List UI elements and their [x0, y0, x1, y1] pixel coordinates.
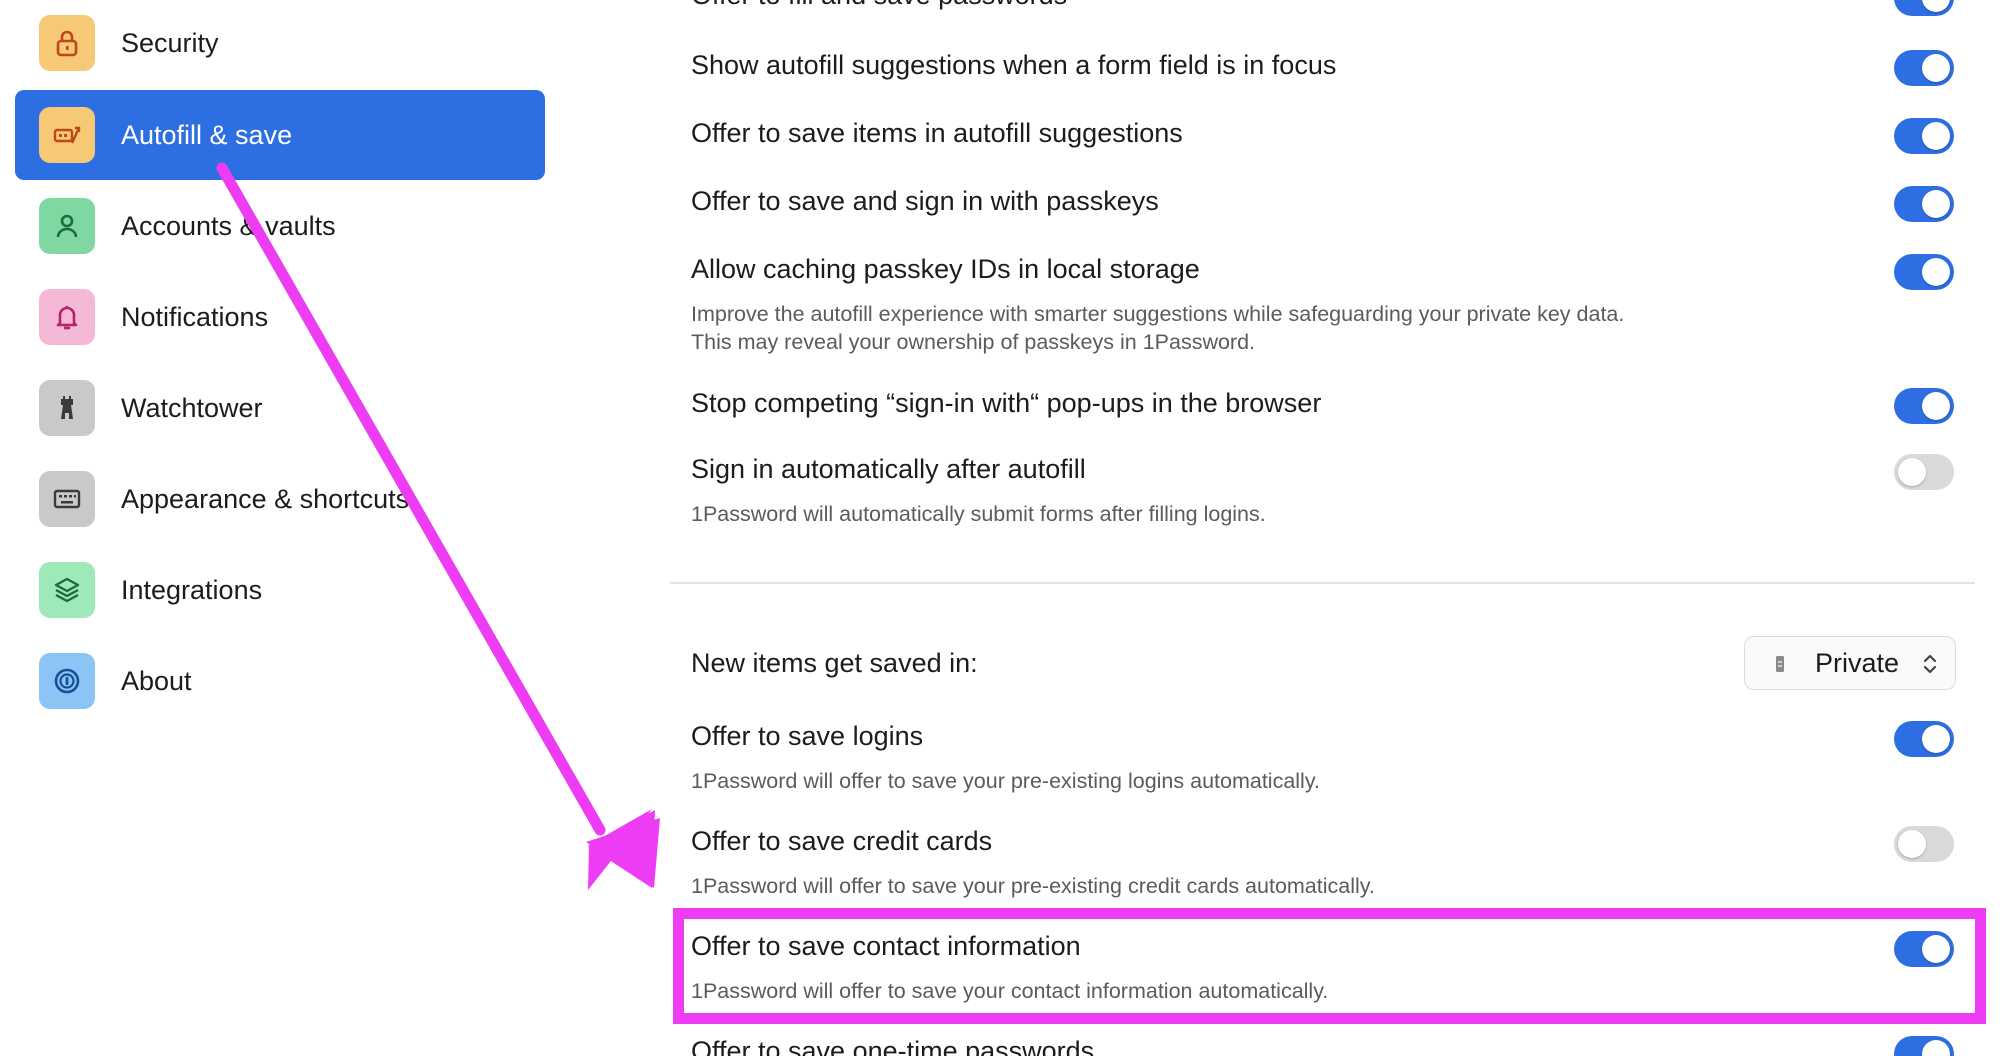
sidebar-item-label: Security — [121, 27, 219, 58]
setting-title: Offer to save one-time passwords — [691, 1036, 1095, 1056]
sidebar-item-label: Appearance & shortcuts — [121, 483, 410, 514]
toggle-show-suggestions[interactable] — [1894, 50, 1954, 86]
sidebar-item-appearance-shortcuts[interactable]: Appearance & shortcuts — [15, 454, 545, 544]
vault-select-value: Private — [1815, 647, 1900, 678]
setting-title: Offer to save items in autofill suggesti… — [691, 118, 1183, 148]
sidebar-item-autofill-save[interactable]: Autofill & save — [15, 90, 545, 180]
setting-title: New items get saved in: — [691, 648, 978, 678]
autofill-icon — [39, 107, 95, 163]
setting-description: 1Password will offer to save your contac… — [691, 979, 1329, 1003]
sidebar-item-label: Autofill & save — [121, 119, 293, 150]
setting-title: Offer to save and sign in with passkeys — [691, 186, 1159, 216]
integrations-icon — [39, 562, 95, 618]
setting-description: This may reveal your ownership of passke… — [691, 330, 1256, 354]
toggle-knob — [1898, 458, 1926, 486]
setting-title: Sign in automatically after autofill — [691, 454, 1086, 484]
setting-title: Show autofill suggestions when a form fi… — [691, 50, 1337, 80]
toggle-knob — [1898, 830, 1926, 858]
setting-title: Stop competing “sign-in with“ pop-ups in… — [691, 388, 1322, 418]
toggle-knob — [1922, 392, 1950, 420]
sidebar-item-integrations[interactable]: Integrations — [15, 545, 545, 635]
setting-description: 1Password will offer to save your pre-ex… — [691, 874, 1375, 898]
toggle-knob — [1922, 0, 1950, 12]
setting-description: 1Password will automatically submit form… — [691, 502, 1266, 526]
toggle-knob — [1922, 122, 1950, 150]
setting-title: Offer to save logins — [691, 721, 924, 751]
sidebar-item-about[interactable]: About — [15, 636, 545, 726]
toggle-knob — [1922, 935, 1950, 963]
setting-description: Improve the autofill experience with sma… — [691, 302, 1625, 326]
toggle-knob — [1922, 190, 1950, 218]
toggle-save-contact-info[interactable] — [1894, 931, 1954, 967]
lock-icon — [39, 15, 95, 71]
toggle-caching-passkeys[interactable] — [1894, 254, 1954, 290]
setting-title: Offer to save contact information — [691, 931, 1081, 961]
toggle-passkeys[interactable] — [1894, 186, 1954, 222]
sidebar-item-watchtower[interactable]: Watchtower — [15, 363, 545, 453]
toggle-save-in-suggestions[interactable] — [1894, 118, 1954, 154]
chevron-up-down-icon — [1923, 654, 1937, 674]
settings-window: Security Autofill & save Accounts & vaul… — [0, 0, 2000, 1056]
tower-icon — [39, 380, 95, 436]
sidebar-item-label: Accounts & vaults — [121, 210, 336, 241]
setting-description: 1Password will offer to save your pre-ex… — [691, 769, 1320, 793]
toggle-knob — [1922, 725, 1950, 753]
toggle-save-credit-cards[interactable] — [1894, 826, 1954, 862]
section-divider — [670, 582, 1975, 584]
toggle-stop-popups[interactable] — [1894, 388, 1954, 424]
toggle-save-otp[interactable] — [1894, 1036, 1954, 1056]
sidebar-item-label: Integrations — [121, 574, 263, 605]
setting-title: Offer to fill and save passwords — [691, 0, 1067, 11]
setting-title: Offer to save credit cards — [691, 826, 993, 856]
vault-select-dropdown[interactable]: Private — [1744, 636, 1956, 690]
toggle-fill-save-passwords[interactable] — [1894, 0, 1954, 16]
bell-icon — [39, 289, 95, 345]
toggle-knob — [1922, 54, 1950, 82]
sidebar-item-security[interactable]: Security — [15, 0, 545, 88]
sidebar-item-label: Notifications — [121, 301, 269, 332]
toggle-knob — [1922, 1040, 1950, 1056]
toggle-sign-in-auto[interactable] — [1894, 454, 1954, 490]
autofill-settings-panel: Offer to fill and save passwords Show au… — [670, 0, 2000, 1056]
onepassword-icon — [39, 653, 95, 709]
setting-title: Allow caching passkey IDs in local stora… — [691, 254, 1200, 284]
keyboard-icon — [39, 471, 95, 527]
sidebar: Security Autofill & save Accounts & vaul… — [0, 0, 560, 1056]
sidebar-item-label: Watchtower — [121, 392, 263, 423]
toggle-knob — [1922, 258, 1950, 286]
person-icon — [39, 198, 95, 254]
sidebar-item-label: About — [121, 665, 192, 696]
sidebar-item-notifications[interactable]: Notifications — [15, 272, 545, 362]
vault-icon — [1776, 656, 1784, 672]
toggle-save-logins[interactable] — [1894, 721, 1954, 757]
sidebar-item-accounts-vaults[interactable]: Accounts & vaults — [15, 181, 545, 271]
